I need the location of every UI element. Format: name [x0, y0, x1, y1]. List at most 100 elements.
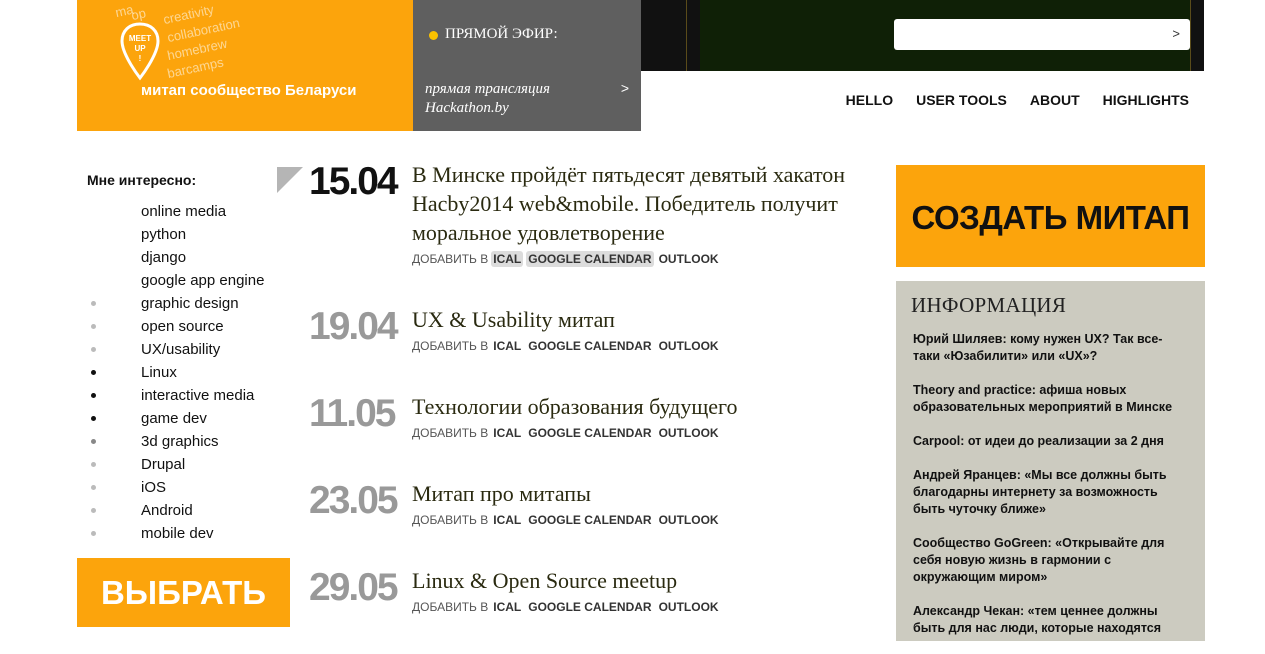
interest-item[interactable]: UX/usability: [87, 338, 264, 361]
add-to-label: ДОБАВИТЬ В: [412, 252, 489, 266]
ical-link[interactable]: ICAL: [491, 251, 524, 267]
interest-item[interactable]: Linux: [87, 361, 264, 384]
interest-label: interactive media: [141, 387, 255, 404]
outlook-link[interactable]: OUTLOOK: [657, 251, 721, 267]
event-title-link[interactable]: UX & Usability митап: [412, 305, 877, 334]
interest-label: Drupal: [141, 456, 186, 473]
interest-item[interactable]: 3d graphics: [87, 430, 264, 453]
nav-highlights[interactable]: HIGHLIGHTS: [1103, 92, 1189, 108]
bullet-icon: [91, 462, 96, 467]
info-item-link[interactable]: Андрей Яранцев: «Мы все должны быть благ…: [913, 467, 1188, 518]
info-item-link[interactable]: Сообщество GoGreen: «Открывайте для себя…: [913, 535, 1188, 586]
interest-item[interactable]: Android: [87, 499, 264, 522]
calendar-links: ДОБАВИТЬ В ICAL GOOGLE CALENDAR OUTLOOK: [412, 251, 721, 267]
outlook-link[interactable]: OUTLOOK: [657, 599, 721, 615]
live-arrow-icon[interactable]: >: [621, 80, 629, 96]
nav-user-tools[interactable]: USER TOOLS: [916, 92, 1007, 108]
interest-label: mobile dev: [141, 525, 214, 542]
corner-triangle-icon: [277, 167, 303, 193]
info-title: ИНФОРМАЦИЯ: [911, 293, 1067, 317]
interest-label: open source: [141, 318, 224, 335]
interest-label: UX/usability: [141, 341, 221, 358]
interests-title: Мне интересно:: [87, 172, 197, 188]
bullet-icon: [91, 301, 96, 306]
info-item-link[interactable]: Theory and practice: афиша новых образов…: [913, 382, 1188, 416]
outlook-link[interactable]: OUTLOOK: [657, 425, 721, 441]
ical-link[interactable]: ICAL: [491, 512, 523, 528]
event-title-link[interactable]: В Минске пройдёт пятьдесят девятый хакат…: [412, 160, 877, 247]
bullet-icon: [91, 370, 96, 375]
bullet-icon: [91, 209, 96, 214]
interest-label: Linux: [141, 364, 177, 381]
search-submit-button[interactable]: >: [1172, 26, 1180, 41]
interest-label: 3d graphics: [141, 433, 219, 450]
divider: [686, 0, 687, 71]
bullet-icon: [91, 232, 96, 237]
event-date: 15.04: [309, 160, 399, 203]
add-to-label: ДОБАВИТЬ В: [412, 513, 489, 527]
interest-item[interactable]: django: [87, 246, 264, 269]
ical-link[interactable]: ICAL: [491, 425, 523, 441]
google-calendar-link[interactable]: GOOGLE CALENDAR: [526, 512, 653, 528]
interest-label: Android: [141, 502, 193, 519]
interest-item[interactable]: python: [87, 223, 264, 246]
info-item-link[interactable]: Юрий Шиляев: кому нужен UX? Так все-таки…: [913, 331, 1188, 365]
logo-tag: op: [129, 5, 148, 23]
ical-link[interactable]: ICAL: [491, 338, 523, 354]
bullet-icon: [91, 485, 96, 490]
interest-item[interactable]: Drupal: [87, 453, 264, 476]
google-calendar-link[interactable]: GOOGLE CALENDAR: [526, 599, 653, 615]
google-calendar-link[interactable]: GOOGLE CALENDAR: [526, 251, 654, 267]
interest-item[interactable]: online media: [87, 200, 264, 223]
search-box: >: [894, 19, 1190, 50]
bullet-icon: [91, 347, 96, 352]
outlook-link[interactable]: OUTLOOK: [657, 512, 721, 528]
ical-link[interactable]: ICAL: [491, 599, 523, 615]
calendar-links: ДОБАВИТЬ В ICAL GOOGLE CALENDAR OUTLOOK: [412, 600, 721, 614]
event-date: 11.05: [309, 392, 396, 435]
live-description-link[interactable]: прямая трансляция Hackathon.by: [425, 80, 615, 118]
event-title-link[interactable]: Технологии образования будущего: [412, 392, 877, 421]
interest-label: python: [141, 226, 187, 243]
live-broadcast-panel[interactable]: ПРЯМОЙ ЭФИР: прямая трансляция Hackathon…: [413, 0, 641, 131]
divider: [1190, 0, 1191, 71]
bullet-icon: [91, 255, 96, 260]
interest-item[interactable]: mobile dev: [87, 522, 264, 545]
create-meetup-button[interactable]: СОЗДАТЬ МИТАП: [896, 165, 1205, 267]
interest-item[interactable]: game dev: [87, 407, 264, 430]
info-list: Юрий Шиляев: кому нужен UX? Так все-таки…: [913, 331, 1188, 654]
site-logo[interactable]: creativity collaboration homebrew barcam…: [77, 0, 413, 131]
outlook-link[interactable]: OUTLOOK: [657, 338, 721, 354]
svg-text:MEET: MEET: [129, 34, 151, 43]
interest-item[interactable]: iOS: [87, 476, 264, 499]
event-date: 19.04: [309, 305, 399, 348]
interest-item[interactable]: interactive media: [87, 384, 264, 407]
event-date: 23.05: [309, 479, 399, 522]
interest-label: graphic design: [141, 295, 239, 312]
interest-label: google app engine: [141, 272, 265, 289]
event-title-link[interactable]: Митап про митапы: [412, 479, 877, 508]
interest-item[interactable]: google app engine: [87, 269, 264, 292]
add-to-label: ДОБАВИТЬ В: [412, 339, 489, 353]
live-indicator-icon: [429, 31, 438, 40]
info-item-link[interactable]: Carpool: от идеи до реализации за 2 дня: [913, 433, 1188, 450]
calendar-links: ДОБАВИТЬ В ICAL GOOGLE CALENDAR OUTLOOK: [412, 513, 721, 527]
interest-label: game dev: [141, 410, 207, 427]
nav-about[interactable]: ABOUT: [1030, 92, 1080, 108]
google-calendar-link[interactable]: GOOGLE CALENDAR: [526, 425, 653, 441]
search-input[interactable]: [902, 19, 1166, 50]
site-name: митап сообщество Беларуси: [141, 82, 357, 99]
main-nav: HELLO USER TOOLS ABOUT HIGHLIGHTS: [846, 92, 1189, 108]
bullet-icon: [91, 508, 96, 513]
interest-item[interactable]: open source: [87, 315, 264, 338]
event-title-link[interactable]: Linux & Open Source meetup: [412, 566, 877, 595]
nav-hello[interactable]: HELLO: [846, 92, 893, 108]
bullet-icon: [91, 416, 96, 421]
svg-text:UP: UP: [134, 44, 146, 53]
interest-item[interactable]: graphic design: [87, 292, 264, 315]
add-to-label: ДОБАВИТЬ В: [412, 426, 489, 440]
calendar-links: ДОБАВИТЬ В ICAL GOOGLE CALENDAR OUTLOOK: [412, 339, 721, 353]
google-calendar-link[interactable]: GOOGLE CALENDAR: [526, 338, 653, 354]
choose-button[interactable]: ВЫБРАТЬ: [77, 558, 290, 627]
calendar-links: ДОБАВИТЬ В ICAL GOOGLE CALENDAR OUTLOOK: [412, 426, 721, 440]
